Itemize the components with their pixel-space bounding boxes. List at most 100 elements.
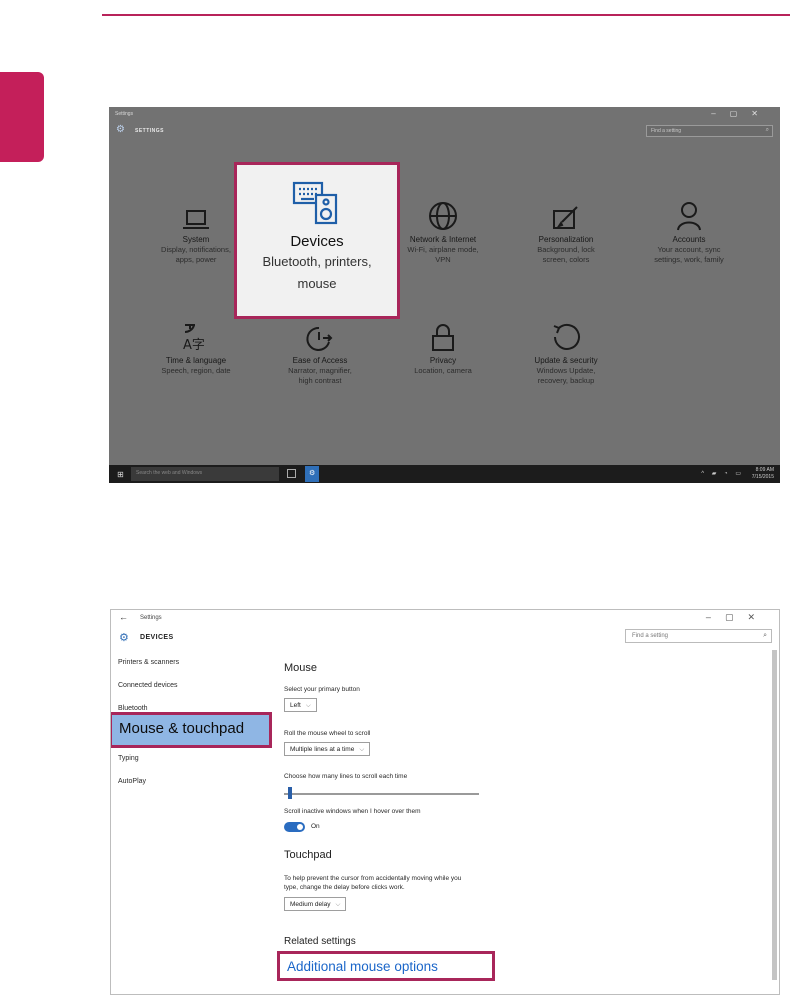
select-value: Left (290, 702, 301, 709)
title-bar: ← Settings –▢✕ (111, 610, 779, 630)
maximize-icon[interactable]: ▢ (725, 612, 748, 622)
select-value: Multiple lines at a time (290, 746, 355, 753)
select-value: Medium delay (290, 901, 331, 908)
tile-desc: mouse (297, 276, 337, 291)
sidebar-item-connected-devices[interactable]: Connected devices (118, 682, 178, 689)
sidebar-item-printers[interactable]: Printers & scanners (118, 659, 179, 666)
sidebar-item-bluetooth[interactable]: Bluetooth (118, 705, 148, 712)
tile-desc: Background, lock (537, 245, 595, 254)
chapter-tab (0, 72, 44, 162)
sidebar-item-mouse-touchpad[interactable]: Mouse & touchpad (111, 712, 272, 748)
tile-title: Network & Internet (409, 235, 477, 244)
window-controls[interactable]: –▢✕ (711, 109, 772, 118)
clock-time: 8:09 AM (755, 467, 774, 473)
taskbar-search-placeholder: Search the web and Windows (136, 470, 203, 476)
clock[interactable]: 8:09 AM 7/15/2015 (752, 467, 774, 481)
svg-text:A字: A字 (183, 338, 205, 352)
tile-devices[interactable]: Devices Bluetooth, printers, mouse (234, 162, 400, 319)
sidebar-item-label: Mouse & touchpad (119, 720, 245, 737)
task-view-icon[interactable] (287, 469, 296, 478)
touchpad-delay-select[interactable]: Medium delay ⌵ (284, 897, 347, 911)
page-title: DEVICES (140, 634, 174, 641)
search-icon: ⌕ (763, 632, 767, 639)
scroll-wheel-label: Roll the mouse wheel to scroll (284, 730, 371, 737)
chevron-down-icon: ⌵ (359, 746, 365, 753)
primary-button-select[interactable]: Left ⌵ (284, 698, 317, 712)
slider-thumb[interactable] (288, 787, 292, 799)
mouse-heading: Mouse (284, 662, 318, 674)
additional-mouse-options-link[interactable]: Additional mouse options (277, 951, 495, 981)
taskbar: ⊞ Search the web and Windows ⚙ ^ ▰ ◔ ▭ 8… (109, 465, 780, 483)
tile-desc: Your account, sync (657, 245, 721, 254)
chevron-down-icon: ⌵ (305, 702, 311, 709)
tile-desc: high contrast (298, 376, 342, 385)
globe-icon (429, 202, 457, 230)
page-title: SETTINGS (135, 128, 165, 134)
back-icon[interactable]: ← (119, 612, 128, 622)
gear-icon: ⚙ (116, 124, 125, 135)
sidebar-item-typing[interactable]: Typing (118, 755, 139, 762)
tile-privacy[interactable]: Privacy Location, camera (381, 320, 505, 376)
related-settings-heading: Related settings (284, 936, 356, 947)
touchpad-heading: Touchpad (284, 849, 332, 861)
inactive-scroll-toggle[interactable] (284, 822, 305, 832)
window-title: Settings (140, 615, 162, 621)
person-icon (677, 202, 701, 231)
windows-logo-icon[interactable]: ⊞ (117, 470, 124, 479)
link-text: Additional mouse options (287, 959, 438, 974)
tile-personalization[interactable]: Personalization Background, lock screen,… (504, 199, 628, 265)
paint-icon (553, 206, 578, 229)
tile-desc: Bluetooth, printers, (262, 254, 372, 269)
minimize-icon[interactable]: – (706, 612, 725, 622)
tile-desc: Narrator, magnifier, (288, 366, 352, 375)
tile-desc: Wi-Fi, airplane mode, (407, 245, 479, 254)
tile-update-security[interactable]: Update & security Windows Update, recove… (504, 320, 628, 386)
devices-mouse-screenshot: ← Settings –▢✕ ⚙ DEVICES Find a setting … (110, 609, 780, 995)
search-placeholder: Find a setting (632, 633, 669, 639)
window-controls[interactable]: –▢✕ (706, 612, 769, 623)
laptop-icon (183, 210, 209, 229)
scroll-lines-slider[interactable] (284, 793, 479, 795)
gear-icon: ⚙ (309, 470, 316, 477)
sidebar-item-autoplay[interactable]: AutoPlay (118, 778, 146, 785)
search-input[interactable]: Find a setting ⌕ (625, 629, 772, 643)
window-title: Settings (115, 111, 134, 117)
tile-time-language[interactable]: A字 Time & language Speech, region, date (134, 320, 258, 376)
tile-accounts[interactable]: Accounts Your account, sync settings, wo… (627, 199, 751, 265)
gear-icon: ⚙ (119, 632, 129, 644)
scrollbar[interactable] (772, 650, 777, 980)
scroll-lines-label: Choose how many lines to scroll each tim… (284, 773, 408, 780)
search-icon: ⌕ (765, 127, 769, 133)
settings-app-icon[interactable]: ⚙ (305, 466, 319, 482)
tray-icons[interactable]: ^ ▰ ◔ ▭ (701, 470, 744, 477)
scroll-wheel-select[interactable]: Multiple lines at a time ⌵ (284, 742, 371, 756)
tile-network[interactable]: Network & Internet Wi-Fi, airplane mode,… (381, 199, 505, 265)
primary-button-label: Select your primary button (284, 686, 360, 693)
maximize-icon[interactable]: ▢ (730, 109, 752, 118)
clock-date: 7/15/2015 (751, 474, 774, 480)
tile-desc: Windows Update, (536, 366, 596, 375)
refresh-icon (553, 323, 580, 350)
inactive-scroll-label: Scroll inactive windows when I hover ove… (284, 808, 421, 815)
tile-title: Time & language (165, 356, 227, 365)
tile-ease-of-access[interactable]: Ease of Access Narrator, magnifier, high… (258, 320, 382, 386)
tile-title: Ease of Access (292, 356, 348, 365)
minimize-icon[interactable]: – (711, 109, 729, 118)
search-placeholder: Find a setting (651, 128, 682, 134)
close-icon[interactable]: ✕ (751, 109, 772, 118)
tile-desc: settings, work, family (654, 255, 724, 264)
close-icon[interactable]: ✕ (747, 612, 769, 622)
chevron-down-icon: ⌵ (335, 901, 341, 908)
keyboard-speaker-icon (292, 181, 338, 225)
search-input[interactable]: Find a setting ⌕ (646, 125, 773, 137)
tile-desc: recovery, backup (537, 376, 595, 385)
tile-desc: Location, camera (414, 366, 472, 375)
tile-title: Devices (290, 233, 344, 250)
tile-title: Privacy (429, 356, 457, 365)
taskbar-search[interactable]: Search the web and Windows (131, 467, 279, 481)
tile-desc: Speech, region, date (161, 366, 231, 375)
settings-home-screenshot: Settings –▢✕ ⚙ SETTINGS Find a setting ⌕… (109, 107, 780, 483)
toggle-state: On (311, 823, 320, 830)
header-rule (102, 14, 790, 16)
touchpad-delay-label: type, change the delay before clicks wor… (284, 884, 405, 891)
